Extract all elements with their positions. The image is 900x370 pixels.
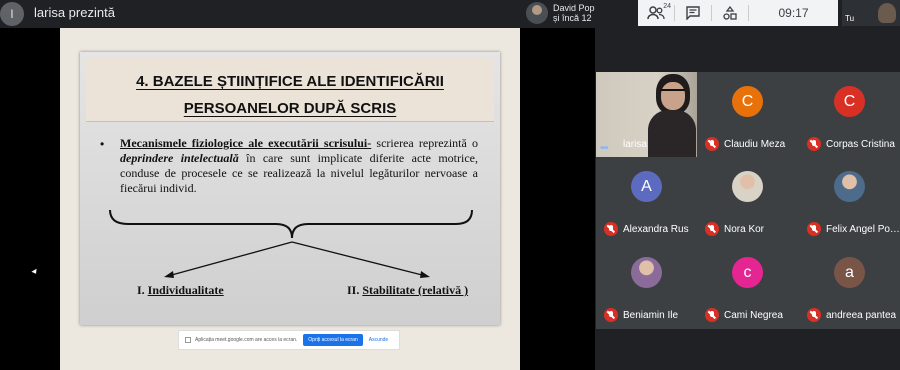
hide-button[interactable]: Ascunde (369, 337, 388, 343)
stop-sharing-button[interactable]: Opriți accesul la ecran (303, 334, 363, 346)
screen-share-icon (185, 337, 191, 343)
curly-brace (109, 209, 473, 239)
participant-name: larisa (623, 139, 647, 150)
participant-tile[interactable]: Nora Kor (697, 157, 799, 243)
participant-tile[interactable]: ••• larisa (596, 72, 698, 158)
avatar (732, 171, 763, 202)
participant-tile[interactable]: Beniamin Ile (596, 243, 698, 329)
avatar: C (732, 86, 763, 117)
avatar: A (631, 171, 662, 202)
avatar: a (834, 257, 865, 288)
avatar (631, 257, 662, 288)
activities-icon (723, 6, 737, 20)
participant-tile[interactable]: Felix Angel Po… (799, 157, 900, 243)
avatar: C (834, 86, 865, 117)
branch-right: II. Stabilitate (relativă ) (347, 283, 469, 297)
slide: 4. BAZELE ȘTIINȚIFICE ALE IDENTIFICĂRII … (80, 52, 500, 325)
self-video (878, 3, 896, 23)
participant-grid: ••• larisa C Claudiu Meza C Corpas Cristina A A… (596, 72, 900, 330)
participant-name: Cami Negrea (724, 310, 783, 321)
participant-name: Corpas Cristina (826, 139, 895, 150)
participants-count: 24 (663, 3, 671, 10)
participant-tile[interactable]: C Claudiu Meza (697, 72, 799, 158)
mic-muted-icon (705, 308, 719, 322)
participant-tile[interactable]: a andreea pantea (799, 243, 900, 329)
arrow-right (291, 241, 427, 277)
participant-name: Alexandra Rus (623, 224, 689, 235)
meet-window: l larisa prezintă David Pop și încă 12 2… (0, 0, 900, 370)
arrow-left (167, 241, 293, 277)
self-view[interactable]: Tu (842, 0, 900, 26)
chat-button[interactable] (675, 0, 711, 26)
participant-tile[interactable]: A Alexandra Rus (596, 157, 698, 243)
presenter-label: larisa prezintă (34, 5, 115, 20)
active-speaker[interactable]: David Pop și încă 12 (526, 0, 595, 26)
top-bar: l larisa prezintă David Pop și încă 12 2… (0, 0, 900, 28)
branch-left: I. Individualitate (137, 283, 224, 297)
participant-name: Nora Kor (724, 224, 765, 235)
speaker-others: și încă 12 (553, 13, 592, 23)
participant-name: Claudiu Meza (724, 139, 786, 150)
mic-muted-icon (705, 137, 719, 151)
mic-muted-icon (604, 308, 618, 322)
activities-button[interactable] (712, 0, 748, 26)
speaker-avatar (526, 2, 548, 24)
participant-name: Felix Angel Po… (826, 224, 900, 235)
share-message: Aplicația meet.google.com are acces la e… (195, 337, 298, 343)
screen-share-bar: Aplicația meet.google.com are acces la e… (178, 330, 400, 350)
mic-muted-icon (705, 222, 719, 236)
mic-muted-icon (807, 137, 821, 151)
avatar: c (732, 257, 763, 288)
self-label: Tu (845, 14, 855, 23)
participant-name: andreea pantea (826, 310, 897, 321)
clock: 09:17 (778, 6, 809, 20)
mic-muted-icon (807, 308, 821, 322)
meeting-toolbar: 24 09:17 (638, 0, 838, 26)
participants-button[interactable]: 24 (638, 0, 674, 26)
speaking-indicator-icon: ••• (600, 143, 608, 154)
participant-tile[interactable]: c Cami Negrea (697, 243, 799, 329)
speaker-name: David Pop (553, 3, 595, 13)
mic-muted-icon (807, 222, 821, 236)
participant-tile[interactable]: C Corpas Cristina (799, 72, 900, 158)
mic-muted-icon (604, 222, 618, 236)
mouse-cursor-icon (31, 268, 39, 276)
avatar (834, 171, 865, 202)
participant-name: Beniamin Ile (623, 310, 679, 321)
chat-icon (686, 6, 700, 20)
presenter-avatar: l (0, 2, 24, 26)
arrow-right-head (420, 271, 430, 278)
arrow-left-head (164, 271, 174, 278)
